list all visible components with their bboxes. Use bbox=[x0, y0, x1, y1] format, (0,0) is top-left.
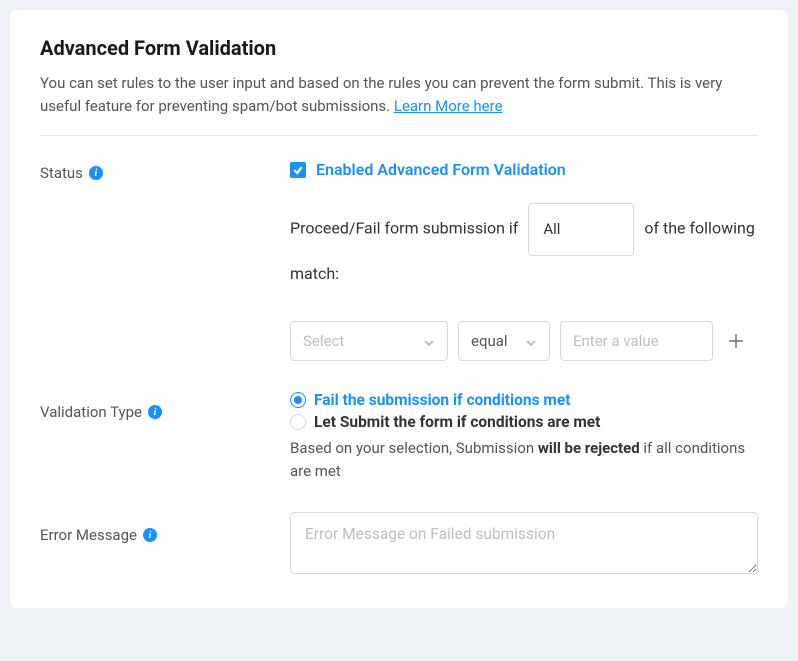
status-content: Enabled Advanced Form Validation Proceed… bbox=[290, 160, 758, 361]
divider bbox=[40, 135, 758, 136]
page-title: Advanced Form Validation bbox=[40, 36, 758, 60]
field-select-placeholder: Select bbox=[303, 332, 344, 350]
radio-fail-label: Fail the submission if conditions met bbox=[314, 391, 570, 409]
operator-select[interactable]: equal bbox=[458, 321, 550, 361]
chevron-down-icon bbox=[525, 335, 537, 347]
validation-hint: Based on your selection, Submission will… bbox=[290, 437, 758, 482]
validation-type-content: Fail the submission if conditions met Le… bbox=[290, 391, 758, 482]
error-message-input[interactable] bbox=[290, 512, 758, 574]
learn-more-link[interactable]: Learn More here bbox=[394, 97, 503, 115]
field-select[interactable]: Select bbox=[290, 321, 448, 361]
validation-type-label: Validation Type bbox=[40, 403, 142, 421]
scope-select[interactable]: All bbox=[528, 203, 634, 256]
status-row: Status i Enabled Advanced Form Validatio… bbox=[40, 160, 758, 361]
condition-row: Select equal bbox=[290, 321, 758, 361]
radio-unselected-icon[interactable] bbox=[290, 414, 306, 430]
enable-checkbox-label: Enabled Advanced Form Validation bbox=[316, 160, 566, 179]
page-description: You can set rules to the user input and … bbox=[40, 72, 758, 117]
info-icon[interactable]: i bbox=[89, 166, 103, 180]
chevron-down-icon bbox=[423, 335, 435, 347]
sentence-pre: Proceed/Fail form submission if bbox=[290, 219, 518, 238]
condition-sentence: Proceed/Fail form submission if All of t… bbox=[290, 203, 758, 291]
description-text: You can set rules to the user input and … bbox=[40, 74, 722, 115]
error-message-label-wrap: Error Message i bbox=[40, 512, 290, 544]
value-input[interactable] bbox=[560, 321, 713, 361]
radio-allow-label: Let Submit the form if conditions are me… bbox=[314, 413, 600, 431]
enable-checkbox-row[interactable]: Enabled Advanced Form Validation bbox=[290, 160, 758, 179]
info-icon[interactable]: i bbox=[148, 405, 162, 419]
radio-fail-row[interactable]: Fail the submission if conditions met bbox=[290, 391, 758, 409]
hint-strong: will be rejected bbox=[538, 439, 640, 457]
status-label: Status bbox=[40, 164, 83, 182]
card: Advanced Form Validation You can set rul… bbox=[10, 10, 788, 608]
scope-select-value: All bbox=[543, 220, 560, 238]
error-message-content bbox=[290, 512, 758, 578]
validation-type-label-wrap: Validation Type i bbox=[40, 391, 290, 421]
add-condition-button[interactable] bbox=[727, 332, 745, 350]
operator-select-value: equal bbox=[471, 332, 508, 350]
radio-allow-row[interactable]: Let Submit the form if conditions are me… bbox=[290, 413, 758, 431]
validation-type-row: Validation Type i Fail the submission if… bbox=[40, 391, 758, 482]
status-label-wrap: Status i bbox=[40, 160, 290, 182]
info-icon[interactable]: i bbox=[143, 528, 157, 542]
radio-selected-icon[interactable] bbox=[290, 392, 306, 408]
error-message-row: Error Message i bbox=[40, 512, 758, 578]
checkbox-checked-icon[interactable] bbox=[290, 162, 306, 178]
error-message-label: Error Message bbox=[40, 526, 137, 544]
hint-pre: Based on your selection, Submission bbox=[290, 439, 538, 457]
